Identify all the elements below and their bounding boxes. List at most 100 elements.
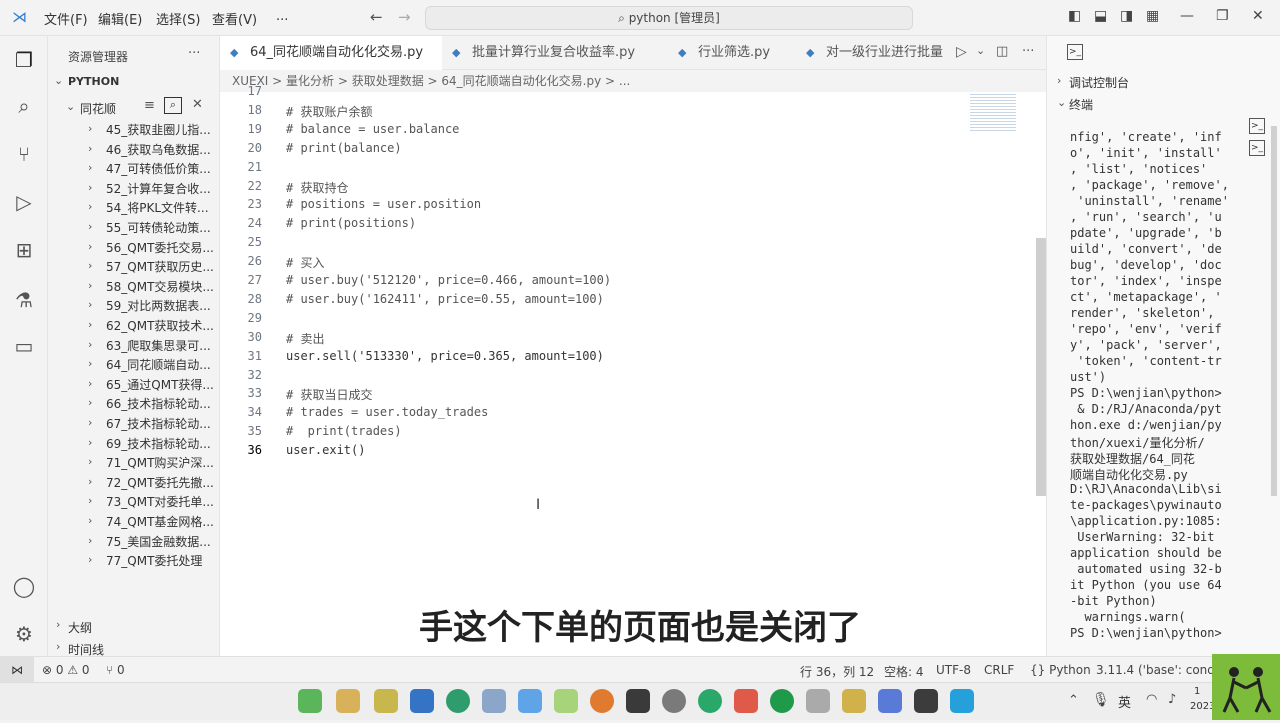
- chevron-right-icon[interactable]: ›: [88, 298, 92, 311]
- chevron-right-icon[interactable]: ›: [88, 122, 92, 135]
- chevron-down-icon[interactable]: ⌄: [66, 100, 75, 113]
- editor-scrollbar[interactable]: [1036, 238, 1046, 496]
- chevron-down-icon[interactable]: ⌄: [54, 74, 63, 87]
- chevron-right-icon[interactable]: ›: [88, 279, 92, 292]
- code-line[interactable]: # print(balance): [286, 141, 402, 155]
- terminal-icon[interactable]: >_: [1249, 140, 1265, 156]
- list-item[interactable]: 59_对比两数据表...: [106, 297, 216, 314]
- app-icon[interactable]: [554, 689, 578, 713]
- end-of-line[interactable]: CRLF: [984, 663, 1014, 677]
- app-icon[interactable]: [770, 689, 794, 713]
- code-line[interactable]: # 获取持仓: [286, 179, 348, 196]
- testing-icon[interactable]: ⚗: [10, 286, 38, 314]
- close-icon[interactable]: ✕: [1252, 8, 1264, 24]
- code-line[interactable]: # print(positions): [286, 216, 416, 230]
- remote-indicator-icon[interactable]: ⋈: [0, 657, 34, 683]
- chevron-right-icon[interactable]: ›: [88, 259, 92, 272]
- code-line[interactable]: # user.buy('162411', price=0.55, amount=…: [286, 292, 604, 306]
- menu-file[interactable]: 文件(F): [44, 9, 88, 28]
- problems-count[interactable]: ⊗ 0 ⚠ 0: [42, 663, 90, 677]
- chevron-right-icon[interactable]: ›: [88, 494, 92, 507]
- chevron-down-icon[interactable]: ⌄: [976, 44, 985, 57]
- file-explorer-icon[interactable]: [336, 689, 360, 713]
- clock-time[interactable]: 1: [1194, 686, 1200, 697]
- app-icon[interactable]: [806, 689, 830, 713]
- list-item[interactable]: 73_QMT对委托单...: [106, 493, 216, 510]
- chevron-right-icon[interactable]: ›: [56, 640, 60, 653]
- volume-icon[interactable]: ♪: [1168, 692, 1176, 707]
- more-actions-icon[interactable]: ···: [1022, 44, 1034, 59]
- code-line[interactable]: # 买入: [286, 254, 324, 271]
- tab-batch-return[interactable]: ◆ 批量计算行业复合收益率.py: [442, 36, 668, 70]
- folder-label[interactable]: 同花顺: [80, 100, 116, 117]
- debug-console-section[interactable]: 调试控制台: [1069, 74, 1129, 91]
- menu-edit[interactable]: 编辑(E): [98, 9, 142, 28]
- chevron-right-icon[interactable]: ›: [88, 475, 92, 488]
- tab-batch-industry[interactable]: ◆ 对一级行业进行批量: [796, 36, 952, 70]
- app-icon[interactable]: [590, 689, 614, 713]
- app-icon[interactable]: [914, 689, 938, 713]
- minimap[interactable]: [970, 92, 1016, 132]
- code-line[interactable]: # user.buy('512120', price=0.466, amount…: [286, 273, 611, 287]
- search-icon[interactable]: ⌕: [10, 92, 38, 120]
- more-actions-icon[interactable]: ···: [188, 46, 200, 61]
- list-item[interactable]: 54_将PKL文件转...: [106, 199, 216, 216]
- chevron-right-icon[interactable]: ›: [88, 357, 92, 370]
- ime-indicator[interactable]: 英: [1118, 692, 1131, 711]
- account-icon[interactable]: ◯: [10, 572, 38, 600]
- list-item[interactable]: 46_获取乌龟数据...: [106, 141, 216, 158]
- terminal-icon[interactable]: >_: [1249, 118, 1265, 134]
- explorer-icon[interactable]: ❐: [10, 46, 38, 74]
- python-interpreter[interactable]: 3.11.4 ('base': conda): [1096, 663, 1227, 677]
- chevron-right-icon[interactable]: ›: [1057, 74, 1061, 87]
- forward-arrow-icon[interactable]: →: [398, 8, 411, 26]
- app-icon[interactable]: [482, 689, 506, 713]
- app-icon[interactable]: [734, 689, 758, 713]
- breadcrumb[interactable]: XUEXI > 量化分析 > 获取处理数据 > 64_同花顺端自动化化交易.py…: [232, 72, 630, 89]
- terminal-icon[interactable]: >_: [1067, 44, 1083, 60]
- chevron-right-icon[interactable]: ›: [88, 338, 92, 351]
- code-line[interactable]: # positions = user.position: [286, 197, 481, 211]
- list-item[interactable]: 52_计算年复合收...: [106, 180, 216, 197]
- app-icon[interactable]: [698, 689, 722, 713]
- app-icon[interactable]: [626, 689, 650, 713]
- menu-selection[interactable]: 选择(S): [156, 9, 200, 28]
- chevron-up-icon[interactable]: ⌃: [1068, 693, 1079, 708]
- list-item[interactable]: 71_QMT购买沪深...: [106, 454, 216, 471]
- remote-explorer-icon[interactable]: ▭: [10, 332, 38, 360]
- chevron-right-icon[interactable]: ›: [88, 436, 92, 449]
- list-item[interactable]: 45_获取韭圈儿指...: [106, 121, 216, 138]
- list-item[interactable]: 69_技术指标轮动...: [106, 435, 216, 452]
- list-item[interactable]: 56_QMT委托交易...: [106, 239, 216, 256]
- menu-view[interactable]: 查看(V): [212, 9, 257, 28]
- chevron-right-icon[interactable]: ›: [88, 416, 92, 429]
- cursor-position[interactable]: 行 36，列 12: [800, 663, 874, 680]
- chevron-right-icon[interactable]: ›: [88, 396, 92, 409]
- list-item[interactable]: 63_爬取集思录可...: [106, 337, 216, 354]
- chevron-right-icon[interactable]: ›: [88, 240, 92, 253]
- code-line[interactable]: user.exit(): [286, 443, 365, 457]
- chevron-right-icon[interactable]: ›: [88, 181, 92, 194]
- chevron-right-icon[interactable]: ›: [88, 455, 92, 468]
- code-line[interactable]: # print(trades): [286, 424, 402, 438]
- list-item[interactable]: 64_同花顺端自动...: [106, 356, 216, 373]
- toggle-secondary-sidebar-icon[interactable]: ◨: [1120, 8, 1133, 24]
- code-line[interactable]: # 获取当日成交: [286, 386, 372, 403]
- tab-64-trading[interactable]: ◆ 64_同花顺端自动化化交易.py: [220, 36, 442, 70]
- chevron-right-icon[interactable]: ›: [88, 142, 92, 155]
- code-line[interactable]: # 卖出: [286, 330, 324, 347]
- wifi-icon[interactable]: ◠: [1146, 692, 1157, 707]
- toggle-sidebar-icon[interactable]: ◧: [1068, 8, 1081, 24]
- filter-icon[interactable]: ≡: [144, 98, 155, 113]
- workspace-root[interactable]: PYTHON: [68, 75, 119, 88]
- chevron-right-icon[interactable]: ›: [88, 220, 92, 233]
- app-icon[interactable]: [950, 689, 974, 713]
- list-item[interactable]: 67_技术指标轮动...: [106, 415, 216, 432]
- run-play-icon[interactable]: ▷: [956, 44, 967, 60]
- list-item[interactable]: 72_QMT委托先撤...: [106, 474, 216, 491]
- outline-section[interactable]: 大纲: [68, 619, 92, 636]
- chevron-right-icon[interactable]: ›: [56, 618, 60, 631]
- back-arrow-icon[interactable]: ←: [370, 8, 383, 26]
- code-line[interactable]: user.sell('513330', price=0.365, amount=…: [286, 349, 604, 363]
- encoding[interactable]: UTF-8: [936, 663, 971, 677]
